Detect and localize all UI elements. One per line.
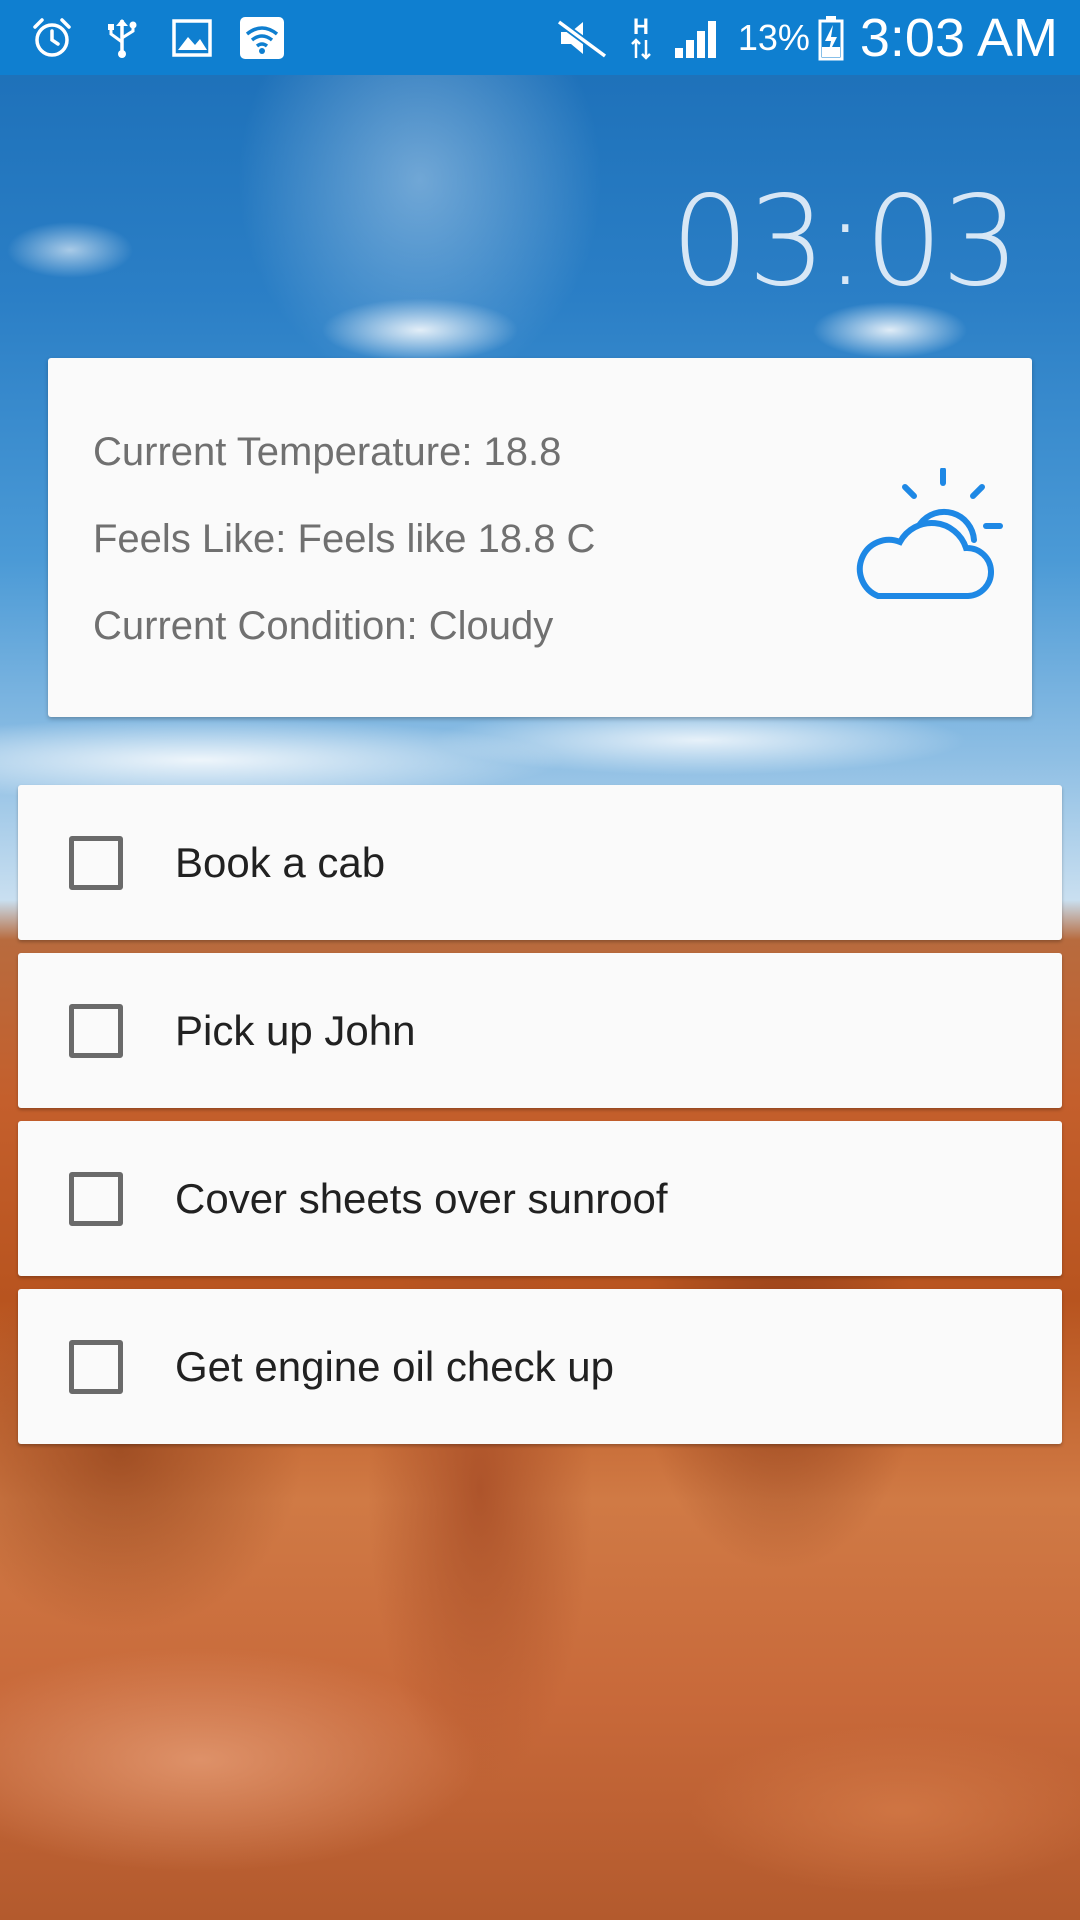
- signal-icon: [672, 14, 724, 62]
- todo-checkbox[interactable]: [69, 1003, 123, 1058]
- status-bar-system: H 13% 3:03 AM: [554, 7, 1058, 69]
- todo-checkbox[interactable]: [69, 1339, 123, 1394]
- todo-item[interactable]: Book a cab: [18, 785, 1062, 940]
- wifi-icon: [238, 14, 286, 62]
- battery-percent: 13%: [737, 16, 810, 58]
- current-temperature: Current Temperature: 18.8: [93, 430, 562, 474]
- h-data-icon: H: [624, 14, 658, 62]
- battery-charging-icon: [816, 14, 846, 62]
- feels-like: Feels Like: Feels like 18.8 C: [93, 517, 596, 561]
- todo-label: Get engine oil check up: [175, 1342, 614, 1390]
- todo-label: Book a cab: [175, 838, 386, 886]
- todo-item[interactable]: Cover sheets over sunroof: [18, 1121, 1062, 1276]
- todo-checkbox[interactable]: [69, 1171, 123, 1226]
- alarm-icon: [28, 14, 76, 62]
- todo-item[interactable]: Pick up John: [18, 953, 1062, 1108]
- todo-checkbox[interactable]: [69, 835, 123, 890]
- usb-icon: [98, 14, 146, 62]
- weather-card[interactable]: Current Temperature: 18.8 Feels Like: Fe…: [48, 358, 1032, 717]
- todo-label: Cover sheets over sunroof: [175, 1174, 668, 1222]
- current-condition: Current Condition: Cloudy: [93, 604, 554, 648]
- partly-cloudy-icon: [848, 467, 1008, 608]
- clock-display: 03:03: [670, 170, 1020, 314]
- status-bar-time: 3:03 AM: [859, 7, 1058, 68]
- image-icon: [168, 14, 216, 62]
- todo-label: Pick up John: [175, 1006, 416, 1054]
- svg-text:H: H: [633, 14, 649, 39]
- status-bar-notifications: [28, 14, 308, 62]
- mute-icon: [554, 14, 610, 62]
- todo-item[interactable]: Get engine oil check up: [18, 1289, 1062, 1444]
- status-bar: H 13% 3:03 AM: [0, 0, 1080, 75]
